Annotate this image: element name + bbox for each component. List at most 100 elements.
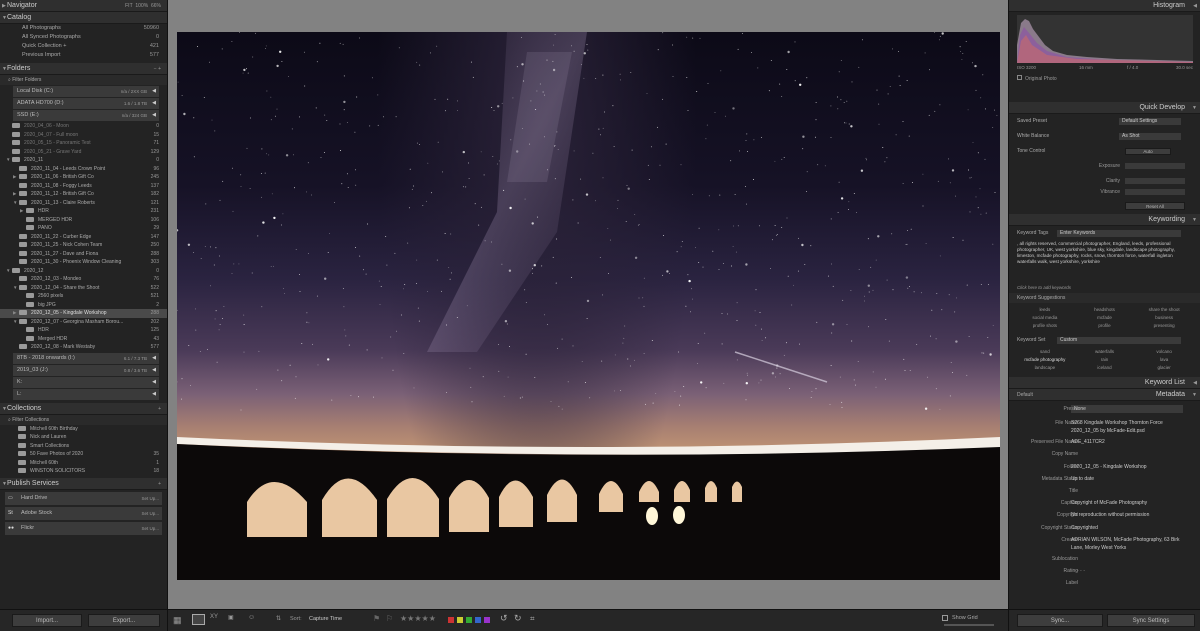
volume-row[interactable]: 8TB - 2018 onwards (I:) 6.1 / 7.3 TB ◀ [13,352,159,364]
keywording-header[interactable]: Keywording ▼ [1009,214,1200,226]
clarity-stepper[interactable] [1125,178,1185,184]
export-button[interactable]: Export... [88,614,160,627]
folder-item[interactable]: ▼ 2020_11_13 - Claire Roberts 121 [0,199,167,208]
label-purple[interactable] [484,617,490,623]
volume-row[interactable]: K: ◀ [13,376,159,388]
collection-item[interactable]: 50 Fave Photos of 2020 35 [0,450,167,459]
folder-item[interactable]: 2020_05_15 - Panoramic Test 71 [0,139,167,148]
sync-settings-button[interactable]: Sync Settings [1107,614,1195,627]
folder-item[interactable]: ▶ 2020_11_12 - British Gift Co 182 [0,190,167,199]
catalog-item[interactable]: All Synced Photographs 0 [0,33,167,42]
import-button[interactable]: Import... [12,614,82,627]
flag-icon[interactable]: ⚑ [373,614,380,623]
keyword-chip[interactable]: rain [1075,356,1135,364]
folder-item[interactable]: 2020_11_25 - Nick Cohen Team 250 [0,241,167,250]
keyword-chip[interactable]: share the shoot [1134,306,1194,314]
folder-item[interactable]: 2020_04_07 - Full moon 15 [0,131,167,140]
loupe-view[interactable] [168,0,1008,609]
keyword-chip[interactable]: profile shots [1015,322,1075,330]
show-grid-checkbox[interactable] [942,615,948,621]
white-balance-select[interactable]: As Shot [1119,133,1181,140]
keyword-chip[interactable]: sand [1015,348,1075,356]
keyword-chip[interactable]: mcfade [1075,314,1135,322]
folder-item[interactable]: ▼ 2020_12_04 - Share the Shoot 522 [0,284,167,293]
keyword-list-header[interactable]: Keyword List ◀ [1009,377,1200,389]
add-keywords-field[interactable]: Click here to add keywords [1017,283,1192,292]
folder-item[interactable]: ▼ 2020_11 0 [0,156,167,165]
filter-collections[interactable]: ⌕ Filter Collections [0,414,167,425]
keyword-chip[interactable]: waterfalls [1075,348,1135,356]
folder-item[interactable]: ▶ 2020_11_06 - British Gift Co 245 [0,173,167,182]
catalog-item[interactable]: Quick Collection + 421 [0,42,167,51]
collection-item[interactable]: Smart Collections [0,442,167,451]
volume-row[interactable]: 2019_03 (J:) 0.8 / 3.6 TB ◀ [13,364,159,376]
label-blue[interactable] [475,617,481,623]
folder-item[interactable]: 2020_11_30 - Phoenix Window Cleaning 303 [0,258,167,267]
rating-stars[interactable]: ★★★★★ [400,614,436,623]
folder-item[interactable]: Merged HDR 43 [0,335,167,344]
volume-row[interactable]: SSD (E:) n/a / 324 GB ◀ [13,110,159,121]
folder-add-remove[interactable]: − + [154,63,161,75]
volume-row[interactable]: L: ◀ [13,388,159,400]
folder-item[interactable]: ▶ 2020_12_05 - Kingdale Workshop 288 [0,309,167,318]
zoom-fit[interactable]: FIT [125,3,133,9]
metadata-default-select[interactable]: Default [1017,389,1033,401]
folders-header[interactable]: ▼ Folders − + [0,63,167,75]
original-photo-toggle[interactable]: Original Photo [1017,75,1057,82]
navigator-header[interactable]: ▶ Navigator FIT 100% 66% [0,0,167,12]
folder-item[interactable]: ▼ 2020_12 0 [0,267,167,276]
keyword-chip[interactable]: iceland [1075,364,1135,372]
main-photo[interactable] [177,32,1000,580]
keyword-chip[interactable]: social media [1015,314,1075,322]
original-photo-checkbox[interactable] [1017,75,1022,80]
label-green[interactable] [466,617,472,623]
metadata-value[interactable]: · · · · · [1071,567,1183,575]
zoom-66[interactable]: 66% [151,3,161,9]
sort-select[interactable]: Capture Time [309,616,342,622]
grid-slider[interactable] [944,624,994,626]
collection-item[interactable]: Mitchell 60th 1 [0,459,167,468]
folder-item[interactable]: 2020_12_08 - Mark Westaby 577 [0,343,167,352]
auto-tone-button[interactable]: Auto [1125,148,1171,155]
catalog-header[interactable]: ▼ Catalog [0,12,167,24]
metadata-value[interactable]: ADRIAN WILSON, McFade Photography, 63 Bi… [1071,536,1183,552]
publish-header[interactable]: ▼ Publish Services + [0,477,167,490]
sync-button[interactable]: Sync... [1017,614,1103,627]
volume-row[interactable]: ADATA HD700 (D:) 1.6 / 1.8 TB ◀ [13,98,159,109]
loupe-view-icon[interactable] [192,614,205,625]
keyword-chip[interactable]: volcano [1134,348,1194,356]
keyword-tags-select[interactable]: Enter Keywords [1057,230,1181,237]
survey-view-icon[interactable]: ▣ [228,614,234,621]
folder-item[interactable]: ▶ HDR 231 [0,207,167,216]
metadata-value[interactable]: Copyright of McFade Photography [1071,499,1183,507]
folder-item[interactable]: ▼ 2020_12_07 - Georgina Masham Borou... 20… [0,318,167,327]
folder-item[interactable]: 2020_11_08 - Foggy Leeds 137 [0,182,167,191]
metadata-value[interactable]: No reproduction without permission [1071,511,1183,519]
add-publish-icon[interactable]: + [158,478,161,490]
folder-item[interactable]: 2020_11_27 - Dave and Fiona 288 [0,250,167,259]
metadata-value[interactable]: Copyrighted [1071,524,1183,532]
metadata-header[interactable]: Default Metadata ▼ [1009,389,1200,401]
metadata-value[interactable]: S268 Kingdale Workshop Thornton Force 20… [1071,419,1183,435]
collection-item[interactable]: Mitchell 60th Birthday [0,425,167,434]
saved-preset-select[interactable]: Default Settings [1119,118,1181,125]
folder-item[interactable]: 2560 pixels 521 [0,292,167,301]
folder-item[interactable]: MERGED HDR 106 [0,216,167,225]
publish-service[interactable]: St Adobe Stock Set Up... [5,506,162,520]
folder-item[interactable]: PANO 29 [0,224,167,233]
keyword-set-select[interactable]: Custom [1057,337,1181,344]
histogram-header[interactable]: Histogram ◀ [1009,0,1200,12]
keyword-chip[interactable]: mcfade photography [1015,356,1075,364]
keyword-chip[interactable]: business [1134,314,1194,322]
people-view-icon[interactable]: ☺ [248,614,255,621]
keyword-chip[interactable]: glacier [1134,364,1194,372]
keyword-chip[interactable]: leeds [1015,306,1075,314]
folder-item[interactable]: 2020_05_21 - Grave Yard 129 [0,148,167,157]
folder-item[interactable]: 2020_11_22 - Curber Edge 147 [0,233,167,242]
compare-view-icon[interactable]: XY [210,614,218,620]
navigator-zoom[interactable]: FIT 100% 66% [125,0,161,12]
keyword-chip[interactable]: headshots [1075,306,1135,314]
exposure-stepper[interactable] [1125,163,1185,169]
sort-direction-icon[interactable]: ⇅ [276,615,281,622]
keyword-chip[interactable]: presenting [1134,322,1194,330]
